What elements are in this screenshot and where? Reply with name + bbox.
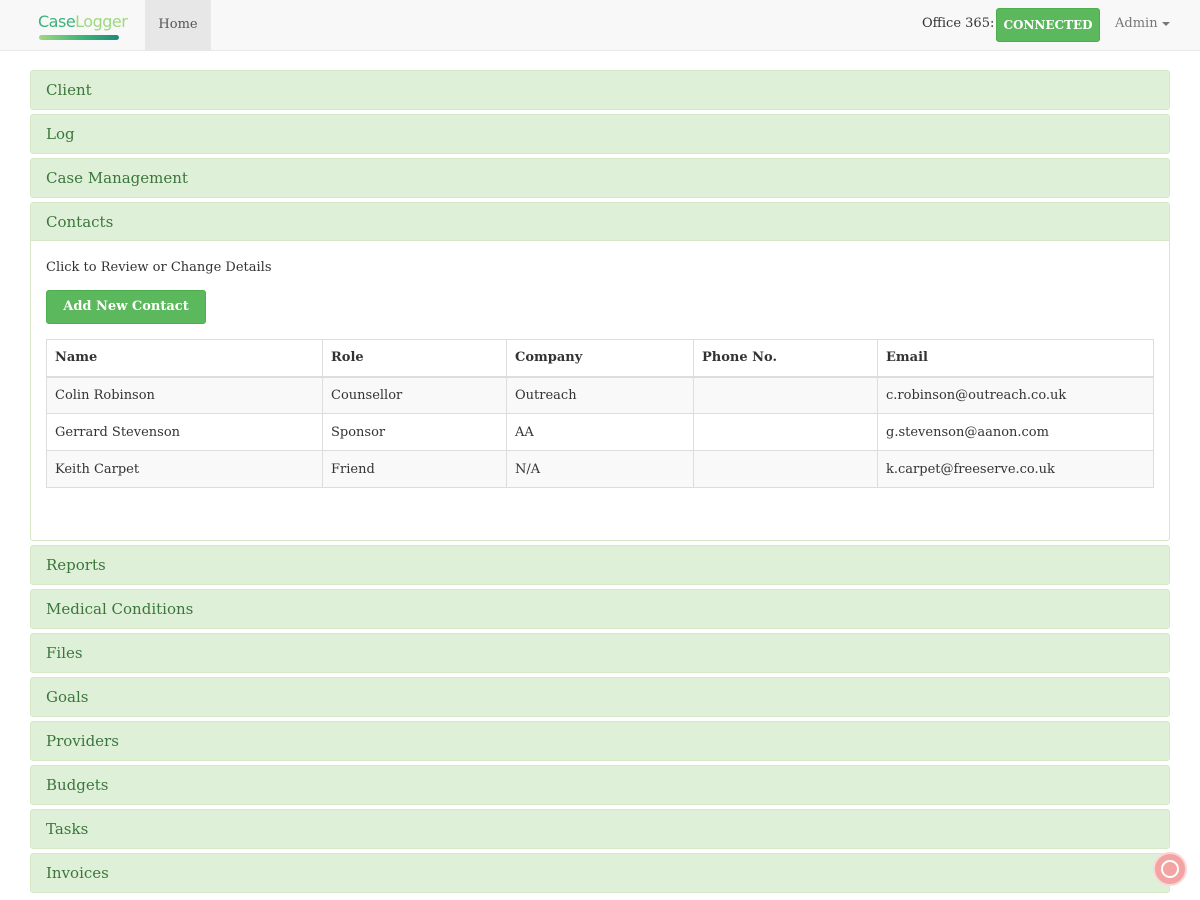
cell-email[interactable]: c.robinson@outreach.co.uk [877, 376, 1154, 414]
panel-providers[interactable]: Providers [30, 721, 1170, 761]
panel-heading-tasks[interactable]: Tasks [31, 810, 1169, 848]
caret-down-icon [1161, 21, 1170, 26]
top-navbar: CaseLogger Home Office 365: CONNECTED Ad… [0, 0, 1200, 51]
panel-client[interactable]: Client [30, 70, 1170, 110]
cell-role[interactable]: Counsellor [322, 376, 507, 414]
panel-files[interactable]: Files [30, 633, 1170, 673]
panel-heading-goals[interactable]: Goals [31, 678, 1169, 716]
office365-connected-button[interactable]: CONNECTED [996, 8, 1100, 42]
panel-heading-contacts[interactable]: Contacts [31, 203, 1169, 241]
logo-underline [39, 35, 119, 40]
table-header-row: Name Role Company Phone No. Email [46, 339, 1154, 378]
cell-phone[interactable] [693, 413, 878, 451]
panel-heading-case-management[interactable]: Case Management [31, 159, 1169, 197]
cell-name[interactable]: Keith Carpet [46, 450, 323, 488]
chat-ring-icon [1161, 860, 1179, 878]
contacts-hint-text: Click to Review or Change Details [46, 260, 272, 275]
panel-log[interactable]: Log [30, 114, 1170, 154]
panel-reports[interactable]: Reports [30, 545, 1170, 585]
column-header-name[interactable]: Name [46, 339, 323, 378]
table-row[interactable]: Gerrard Stevenson Sponsor AA g.stevenson… [46, 413, 1154, 451]
cell-phone[interactable] [693, 450, 878, 488]
column-header-role[interactable]: Role [322, 339, 507, 378]
panel-goals[interactable]: Goals [30, 677, 1170, 717]
panel-case-management[interactable]: Case Management [30, 158, 1170, 198]
panel-invoices[interactable]: Invoices [30, 853, 1170, 893]
panel-heading-providers[interactable]: Providers [31, 722, 1169, 760]
column-header-email[interactable]: Email [877, 339, 1154, 378]
cell-name[interactable]: Colin Robinson [46, 376, 323, 414]
cell-role[interactable]: Friend [322, 450, 507, 488]
office365-label: Office 365: [922, 16, 995, 31]
contacts-panel-body: Click to Review or Change Details Add Ne… [31, 241, 1169, 503]
panel-heading-files[interactable]: Files [31, 634, 1169, 672]
caselogger-logo[interactable]: CaseLogger [38, 12, 128, 44]
panel-contacts: Contacts Click to Review or Change Detai… [30, 202, 1170, 541]
admin-dropdown[interactable]: Admin [1115, 16, 1170, 31]
column-header-company[interactable]: Company [506, 339, 694, 378]
cell-phone[interactable] [693, 376, 878, 414]
cell-company[interactable]: AA [506, 413, 694, 451]
panel-heading-log[interactable]: Log [31, 115, 1169, 153]
panel-heading-medical-conditions[interactable]: Medical Conditions [31, 590, 1169, 628]
panel-heading-client[interactable]: Client [31, 71, 1169, 109]
panel-tasks[interactable]: Tasks [30, 809, 1170, 849]
column-header-phone[interactable]: Phone No. [693, 339, 878, 378]
panel-medical-conditions[interactable]: Medical Conditions [30, 589, 1170, 629]
panel-budgets[interactable]: Budgets [30, 765, 1170, 805]
cell-company[interactable]: N/A [506, 450, 694, 488]
cell-name[interactable]: Gerrard Stevenson [46, 413, 323, 451]
table-row[interactable]: Colin Robinson Counsellor Outreach c.rob… [46, 376, 1154, 414]
add-new-contact-button[interactable]: Add New Contact [46, 290, 206, 324]
cell-company[interactable]: Outreach [506, 376, 694, 414]
table-row[interactable]: Keith Carpet Friend N/A k.carpet@freeser… [46, 450, 1154, 488]
logo-text-case: Case [38, 12, 76, 31]
panel-heading-reports[interactable]: Reports [31, 546, 1169, 584]
logo-text-logger: Logger [75, 12, 128, 31]
panel-heading-invoices[interactable]: Invoices [31, 854, 1169, 892]
admin-label: Admin [1115, 16, 1158, 31]
nav-home-link[interactable]: Home [145, 0, 211, 50]
panel-heading-budgets[interactable]: Budgets [31, 766, 1169, 804]
contacts-table: Name Role Company Phone No. Email Colin … [46, 339, 1154, 488]
chat-bubble-icon[interactable] [1153, 852, 1187, 886]
cell-role[interactable]: Sponsor [322, 413, 507, 451]
cell-email[interactable]: g.stevenson@aanon.com [877, 413, 1154, 451]
cell-email[interactable]: k.carpet@freeserve.co.uk [877, 450, 1154, 488]
